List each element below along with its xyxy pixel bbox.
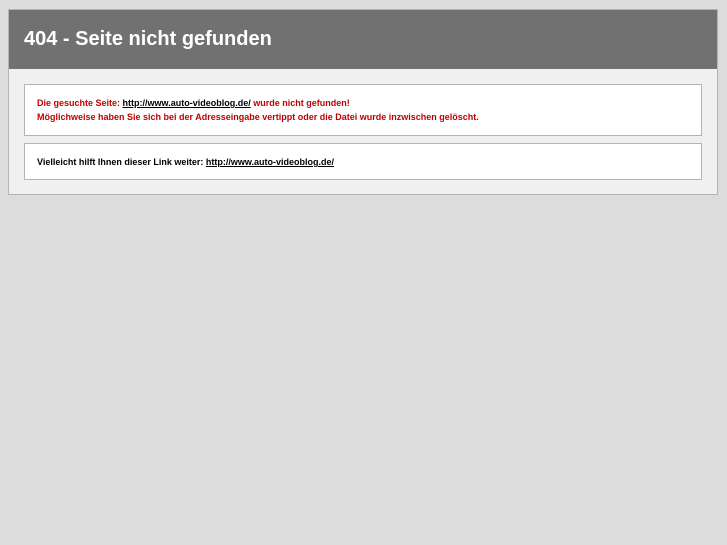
hint-box: Vielleicht hilft Ihnen dieser Link weite… [24, 143, 702, 180]
page-title: 404 - Seite nicht gefunden [9, 10, 717, 69]
error-line-1: Die gesuchte Seite: http://www.auto-vide… [37, 96, 701, 110]
error-prefix: Die gesuchte Seite: [37, 98, 121, 108]
homepage-link[interactable]: http://www.auto-videoblog.de/ [206, 157, 334, 167]
error-line-2: Möglichweise haben Sie sich bei der Adre… [37, 112, 479, 122]
hint-prefix: Vielleicht hilft Ihnen dieser Link weite… [37, 157, 204, 167]
error-panel: 404 - Seite nicht gefunden Die gesuchte … [8, 9, 718, 195]
error-suffix: wurde nicht gefunden! [253, 98, 350, 108]
requested-url-link[interactable]: http://www.auto-videoblog.de/ [123, 98, 251, 108]
error-message-box: Die gesuchte Seite: http://www.auto-vide… [24, 84, 702, 136]
